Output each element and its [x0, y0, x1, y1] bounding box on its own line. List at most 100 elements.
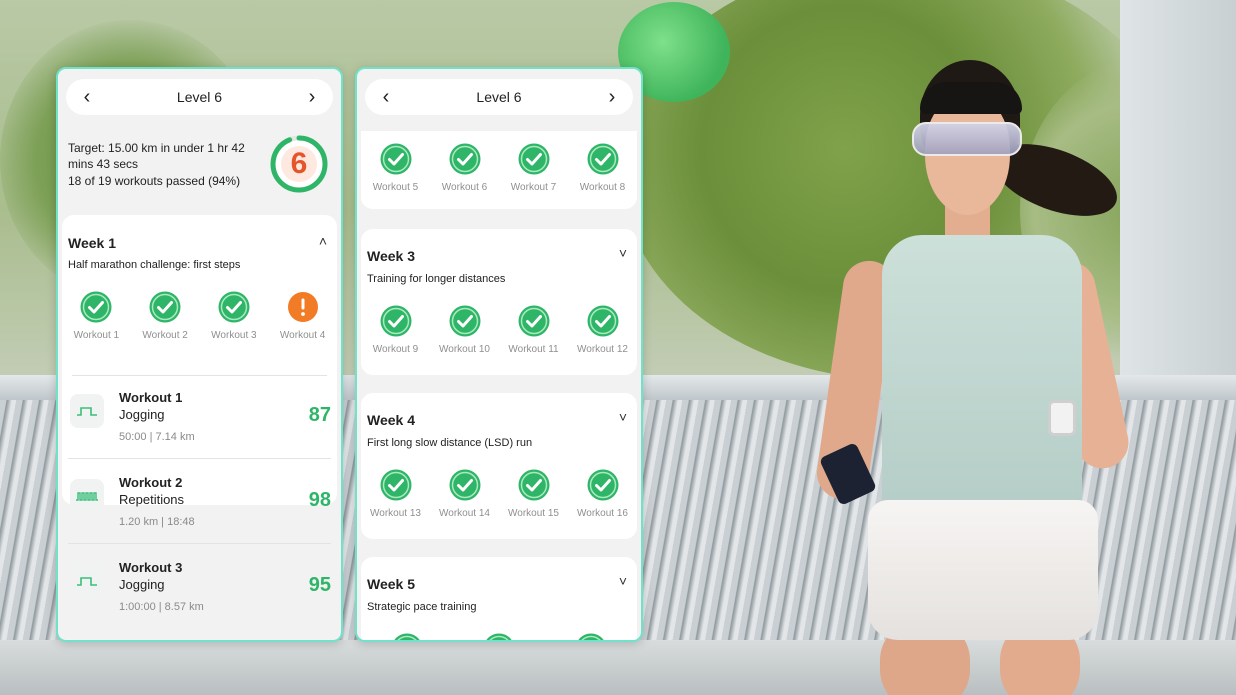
workout-badge[interactable]: Workout 15 — [501, 469, 567, 519]
week-card: Week 5 ˅ Strategic pace training — [361, 557, 637, 640]
workout-badge[interactable]: Workout 4 — [270, 291, 336, 341]
week-card: Week 3 ˅ Training for longer distances Work… — [361, 229, 637, 375]
workout-label: Workout 14 — [439, 508, 490, 519]
workout-badge[interactable]: Workout 2 — [132, 291, 198, 341]
week-subtitle: First long slow distance (LSD) run — [367, 437, 533, 449]
week-title: Week 5 — [367, 576, 415, 592]
workout-badge[interactable]: Workout 16 — [570, 469, 636, 519]
workout-label: Workout 2 — [142, 330, 188, 341]
chevron-left-icon[interactable]: ‹ — [379, 87, 393, 107]
workout-label: Workout 3 — [211, 330, 257, 341]
chevron-left-icon[interactable]: ‹ — [80, 87, 94, 107]
workout-meta: 50:00 | 7.14 km — [119, 431, 195, 443]
workout-score: 98 — [308, 489, 331, 511]
week-workouts: Workout 9 Workout 10 Workout 11 Workout 12 — [361, 305, 637, 355]
sunglasses — [912, 122, 1022, 156]
chevron-down-icon[interactable]: ˅ — [619, 245, 627, 261]
repetitions-icon — [70, 479, 104, 513]
workout-label: Workout 16 — [577, 508, 628, 519]
workout-row[interactable]: Workout 2 Repetitions 1.20 km | 18:48 98 — [58, 459, 341, 544]
workout-type: Repetitions — [119, 492, 185, 507]
workout-badge[interactable]: Workout 1 — [63, 291, 129, 341]
week-subtitle: Half marathon challenge: first steps — [68, 259, 241, 271]
level-progress-ring: 6 — [268, 133, 330, 195]
chevron-right-icon[interactable]: › — [305, 87, 319, 107]
workout-label: Workout 6 — [441, 182, 488, 193]
workout-name: Workout 3 — [119, 560, 183, 575]
check-circle-icon — [380, 305, 411, 337]
level-weeks-screen: ‹ Level 6 › Workout 5 Workout 6 Workout 7W… — [355, 67, 643, 642]
check-circle-icon — [587, 469, 618, 501]
check-circle-icon — [394, 633, 420, 640]
workout-badge[interactable]: Workout 10 — [432, 305, 498, 355]
check-circle-icon — [587, 143, 618, 175]
workout-badge[interactable]: Workout 11 — [501, 305, 567, 355]
workout-badge[interactable]: Workout 13 — [363, 469, 429, 519]
level-header: ‹ Level 6 › — [365, 79, 633, 115]
chevron-right-icon[interactable]: › — [605, 87, 619, 107]
check-circle-icon — [518, 469, 549, 501]
workout-name: Workout 2 — [119, 475, 183, 490]
level-summary: Target: 15.00 km in under 1 hr 42 mins 4… — [58, 123, 341, 215]
target-text: Target: 15.00 km in under 1 hr 42 mins 4… — [68, 141, 245, 171]
workout-badge[interactable]: Workout 6 — [432, 143, 498, 193]
workouts-passed-text: 18 of 19 workouts passed (94%) — [68, 174, 241, 188]
week-subtitle: Training for longer distances — [367, 273, 506, 285]
check-circle-icon — [449, 305, 480, 337]
runner-photo — [813, 60, 1140, 695]
workout-score: 87 — [308, 404, 331, 426]
level-title: Level 6 — [476, 89, 522, 105]
week-workouts-partial — [361, 633, 637, 640]
week-title: Week 3 — [367, 248, 415, 264]
level-badge-number: 6 — [290, 147, 308, 180]
level-title: Level 6 — [176, 89, 223, 105]
workout-badge[interactable]: Workout 14 — [432, 469, 498, 519]
workout-badge[interactable]: Workout 8 — [570, 143, 636, 193]
workout-type: Jogging — [119, 577, 165, 592]
workout-label: Workout 4 — [279, 330, 326, 341]
week-2-workouts: Workout 5 Workout 6 Workout 7 Workout 8 — [361, 143, 637, 193]
check-circle-icon — [518, 305, 549, 337]
week-title: Week 1 — [68, 235, 116, 251]
week-subtitle: Strategic pace training — [367, 601, 477, 613]
workout-badge[interactable]: Workout 12 — [570, 305, 636, 355]
check-circle-icon — [578, 633, 604, 640]
workout-row[interactable]: Workout 1 Jogging 50:00 | 7.14 km 87 — [58, 374, 341, 459]
workout-score: 95 — [308, 574, 331, 596]
workout-type: Jogging — [119, 407, 165, 422]
workout-badge[interactable]: Workout 5 — [363, 143, 429, 193]
level-overview-screen: ‹ Level 6 › Target: 15.00 km in under 1 … — [56, 67, 343, 642]
week-1-workouts: Workout 1 Workout 2 Workout 3 Workout 4 — [62, 291, 337, 341]
jogging-icon — [70, 564, 104, 598]
jogging-icon — [70, 394, 104, 428]
workout-label: Workout 1 — [73, 330, 120, 341]
week-2-card: Workout 5 Workout 6 Workout 7 Workout 8 — [361, 131, 637, 209]
check-circle-icon — [449, 143, 480, 175]
check-circle-icon — [486, 633, 512, 640]
workout-label: Workout 5 — [372, 182, 419, 193]
check-circle-icon — [518, 143, 549, 175]
workout-badge[interactable]: Workout 3 — [201, 291, 267, 341]
workout-row[interactable]: Workout 3 Jogging 1:00:00 | 8.57 km 95 — [58, 544, 341, 628]
workout-label: Workout 11 — [508, 344, 559, 355]
smartwatch — [1048, 400, 1076, 436]
chevron-down-icon[interactable]: ˅ — [619, 573, 627, 589]
check-circle-icon — [587, 305, 618, 337]
workout-name: Workout 1 — [119, 390, 183, 405]
workout-badge[interactable]: Workout 9 — [363, 305, 429, 355]
level-header: ‹ Level 6 › — [66, 79, 333, 115]
workout-label: Workout 9 — [372, 344, 419, 355]
chevron-up-icon[interactable]: ˄ — [319, 233, 327, 249]
check-circle-icon — [449, 469, 480, 501]
workout-label: Workout 8 — [579, 182, 626, 193]
warning-icon — [287, 292, 318, 322]
week-title: Week 4 — [367, 412, 415, 428]
check-circle-icon — [218, 291, 250, 323]
workout-meta: 1:00:00 | 8.57 km — [119, 601, 204, 613]
workout-badge[interactable]: Workout 7 — [501, 143, 567, 193]
chevron-down-icon[interactable]: ˅ — [619, 409, 627, 425]
week-workouts: Workout 13 Workout 14 Workout 15 Workout 16 — [361, 469, 637, 519]
workout-label: Workout 10 — [439, 344, 490, 355]
workout-label: Workout 15 — [508, 508, 559, 519]
check-circle-icon — [149, 291, 181, 323]
